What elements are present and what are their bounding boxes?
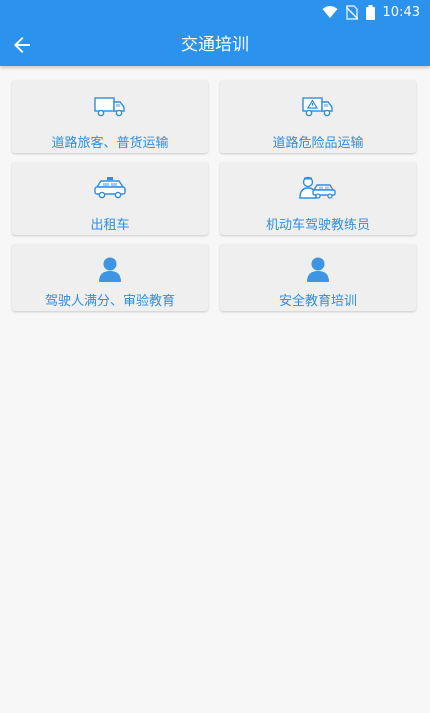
card-driver-full-score-education[interactable]: 驾驶人满分、审验教育	[12, 244, 208, 311]
card-label: 驾驶人满分、审验教育	[44, 294, 175, 309]
card-passenger-freight[interactable]: 道路旅客、普货运输	[12, 80, 208, 153]
card-safety-education-training[interactable]: 安全教育培训	[220, 244, 416, 311]
battery-icon	[365, 4, 375, 20]
card-label: 安全教育培训	[278, 294, 357, 309]
no-sim-icon	[345, 4, 358, 20]
taxi-icon	[94, 177, 126, 199]
card-label: 道路旅客、普货运输	[51, 136, 169, 151]
hazmat-truck-icon	[302, 97, 333, 117]
status-bar: 10:43	[0, 0, 430, 24]
truck-icon	[94, 97, 125, 117]
card-driving-instructor[interactable]: 机动车驾驶教练员	[220, 162, 416, 235]
card-hazardous-goods[interactable]: 道路危险品运输	[220, 80, 416, 153]
user-icon	[99, 257, 121, 282]
user-icon	[307, 257, 329, 282]
wifi-icon	[322, 6, 338, 18]
card-label: 道路危险品运输	[272, 136, 364, 151]
status-icons: 10:43	[322, 3, 420, 21]
card-taxi[interactable]: 出租车	[12, 162, 208, 235]
page-title: 交通培训	[181, 35, 249, 55]
card-label: 出租车	[90, 218, 130, 233]
driving-instructor-icon	[299, 176, 336, 199]
card-label: 机动车驾驶教练员	[265, 218, 370, 233]
back-arrow-icon[interactable]	[10, 33, 34, 57]
app-bar: 交通培训	[0, 24, 430, 66]
status-time: 10:43	[382, 4, 420, 20]
